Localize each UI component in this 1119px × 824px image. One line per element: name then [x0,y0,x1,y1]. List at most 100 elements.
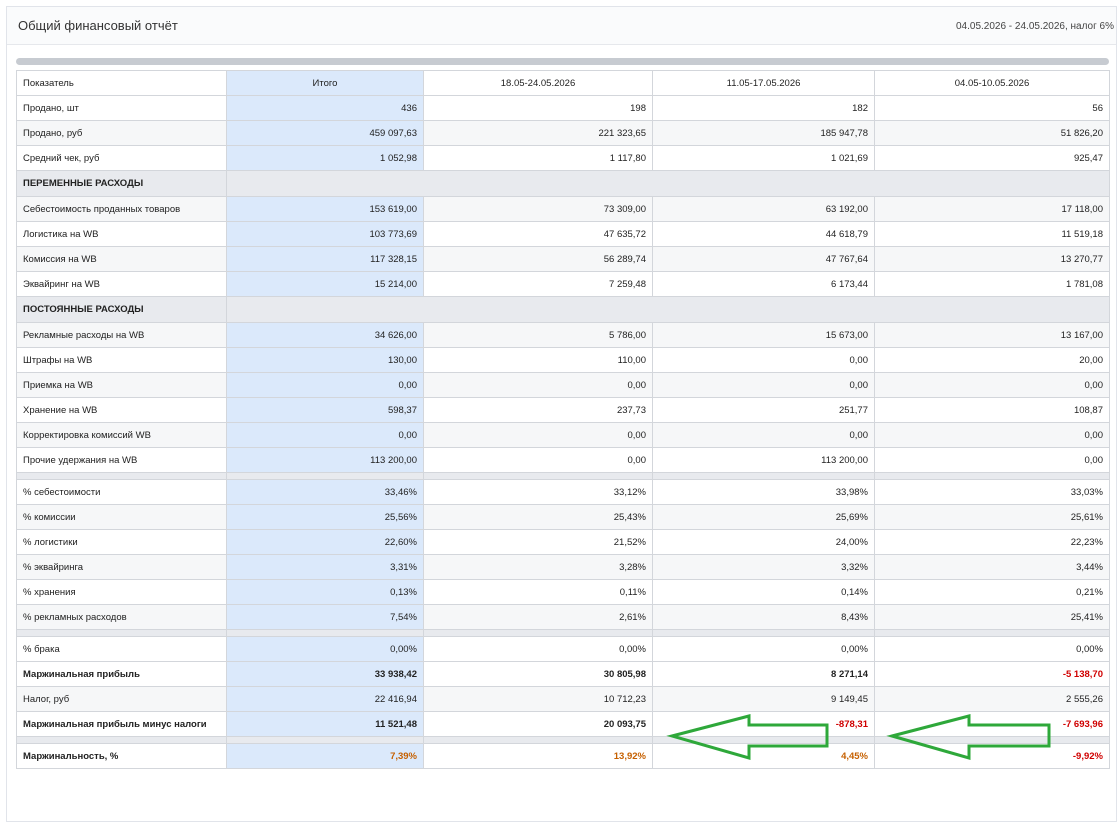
value-cell: 56 289,74 [423,246,653,272]
row-label: % рекламных расходов [16,604,227,630]
value-cell: 33,98% [652,479,875,505]
value-cell: 0,00% [874,636,1110,662]
total-cell: 0,13% [226,579,424,605]
value-cell: 20 093,75 [423,711,653,737]
value-cell: 198 [423,95,653,121]
row-label: Маржинальная прибыль минус налоги [16,711,227,737]
value-cell: 108,87 [874,397,1110,423]
value-cell: 0,00 [652,422,875,448]
column-header[interactable]: Итого [226,70,424,96]
row-label: Логистика на WB [16,221,227,247]
value-cell: 0,00 [652,347,875,373]
row-label: Продано, руб [16,120,227,146]
value-cell: 251,77 [652,397,875,423]
table-header-row: Показатель Итого 18.05-24.05.2026 11.05-… [16,70,1110,96]
row-label: % комиссии [16,504,227,530]
value-cell: 221 323,65 [423,120,653,146]
value-cell: 110,00 [423,347,653,373]
value-cell: 3,44% [874,554,1110,580]
value-cell: 0,00 [652,372,875,398]
value-cell: -878,31 [652,711,875,737]
table-row: Средний чек, руб 1 052,98 1 117,80 1 021,69… [16,145,1110,171]
table-row: % себестоимости 33,46% 33,12% 33,98% 33,03% [16,479,1110,505]
total-cell: 3,31% [226,554,424,580]
total-cell: 1 052,98 [226,145,424,171]
section-row: ПОСТОЯННЫЕ РАСХОДЫ [16,296,1110,323]
value-cell: 13 167,00 [874,322,1110,348]
spacer-cell [874,629,1110,637]
section-label: ПЕРЕМЕННЫЕ РАСХОДЫ [16,170,227,197]
value-cell: 11 519,18 [874,221,1110,247]
spacer-cell [16,629,227,637]
total-cell: 598,37 [226,397,424,423]
horizontal-scrollbar[interactable] [16,58,1109,65]
value-cell: 15 673,00 [652,322,875,348]
row-label: Приемка на WB [16,372,227,398]
value-cell: 185 947,78 [652,120,875,146]
value-cell: 0,00 [423,372,653,398]
table-row: Хранение на WB 598,37 237,73 251,77 108,87 [16,397,1110,423]
column-header[interactable]: Показатель [16,70,227,96]
column-header[interactable]: 18.05-24.05.2026 [423,70,653,96]
row-label: % эквайринга [16,554,227,580]
row-label: Маржинальная прибыль [16,661,227,687]
value-cell: 113 200,00 [652,447,875,473]
value-cell: 8,43% [652,604,875,630]
section-spacer [226,296,1110,323]
table-row: % брака 0,00% 0,00% 0,00% 0,00% [16,636,1110,662]
total-cell: 34 626,00 [226,322,424,348]
value-cell: 10 712,23 [423,686,653,712]
value-cell: 33,03% [874,479,1110,505]
value-cell: 44 618,79 [652,221,875,247]
value-cell: 0,00 [423,447,653,473]
row-label: Эквайринг на WB [16,271,227,297]
value-cell: 56 [874,95,1110,121]
spacer-cell [16,472,227,480]
total-cell: 7,54% [226,604,424,630]
value-cell: 182 [652,95,875,121]
value-cell: 0,11% [423,579,653,605]
table-row: Продано, шт 436 198 182 56 [16,95,1110,121]
spacer-cell [652,629,875,637]
value-cell: 21,52% [423,529,653,555]
total-cell: 25,56% [226,504,424,530]
value-cell: 51 826,20 [874,120,1110,146]
value-cell: 2,61% [423,604,653,630]
value-cell: 17 118,00 [874,196,1110,222]
value-cell: 0,00 [874,447,1110,473]
value-cell: 13,92% [423,743,653,769]
table-row: Прочие удержания на WB 113 200,00 0,00 113 … [16,447,1110,473]
total-cell: 15 214,00 [226,271,424,297]
table-row: Комиссия на WB 117 328,15 56 289,74 47 767,… [16,246,1110,272]
value-cell: 24,00% [652,529,875,555]
spacer-cell [423,629,653,637]
row-label: % хранения [16,579,227,605]
total-cell: 22 416,94 [226,686,424,712]
spacer-row [16,472,1110,480]
total-cell: 103 773,69 [226,221,424,247]
table-row: Маржинальная прибыль 33 938,42 30 805,98 8 … [16,661,1110,687]
spacer-row [16,736,1110,744]
value-cell: 1 117,80 [423,145,653,171]
total-cell: 0,00 [226,372,424,398]
section-row: ПЕРЕМЕННЫЕ РАСХОДЫ [16,170,1110,197]
spacer-cell [652,472,875,480]
column-header[interactable]: 11.05-17.05.2026 [652,70,875,96]
table-row: % комиссии 25,56% 25,43% 25,69% 25,61% [16,504,1110,530]
value-cell: 0,14% [652,579,875,605]
value-cell: 4,45% [652,743,875,769]
row-label: Штрафы на WB [16,347,227,373]
table-row: Корректировка комиссий WB 0,00 0,00 0,00 0,0… [16,422,1110,448]
value-cell: 8 271,14 [652,661,875,687]
value-cell: 9 149,45 [652,686,875,712]
spacer-cell [16,736,227,744]
row-label: % себестоимости [16,479,227,505]
total-cell: 0,00 [226,422,424,448]
value-cell: 25,41% [874,604,1110,630]
row-label: Прочие удержания на WB [16,447,227,473]
value-cell: 0,00 [874,372,1110,398]
row-label: Хранение на WB [16,397,227,423]
total-cell: 0,00% [226,636,424,662]
column-header[interactable]: 04.05-10.05.2026 [874,70,1110,96]
value-cell: 925,47 [874,145,1110,171]
